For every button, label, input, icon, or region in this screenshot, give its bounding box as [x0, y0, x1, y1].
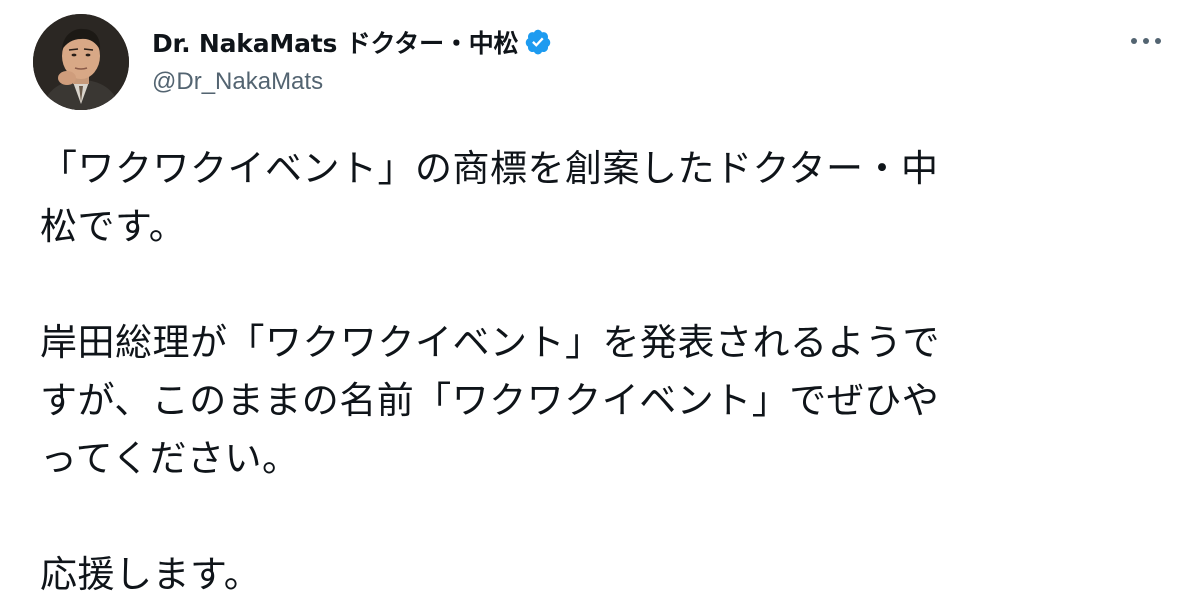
tweet-line: 応援します。: [40, 553, 262, 596]
tweet-line: 岸田総理が「ワクワクイベント」を発表されるようで: [40, 321, 940, 364]
more-options-icon: [1131, 38, 1161, 44]
avatar[interactable]: [33, 14, 129, 110]
tweet-body: 「ワクワクイベント」の商標を創案したドクター・中 松です。 岸田総理が「ワクワク…: [40, 140, 1170, 600]
tweet-line: 「ワクワクイベント」の商標を創案したドクター・中: [40, 147, 939, 190]
verified-badge-icon: [524, 28, 552, 56]
display-name[interactable]: Dr. NakaMats ドクター・中松: [152, 24, 518, 60]
tweet-card: Dr. NakaMats ドクター・中松 @Dr_NakaMats 「ワクワクイ…: [0, 0, 1200, 600]
author-name-row: Dr. NakaMats ドクター・中松: [152, 24, 552, 60]
tweet-line: ってください。: [40, 437, 300, 480]
tweet-line: すが、このままの名前「ワクワクイベント」でぜひや: [40, 379, 940, 422]
tweet-line: 松です。: [40, 205, 187, 248]
author-handle[interactable]: @Dr_NakaMats: [152, 68, 323, 96]
avatar-portrait-image: [33, 14, 129, 110]
more-options-button[interactable]: [1126, 26, 1166, 56]
